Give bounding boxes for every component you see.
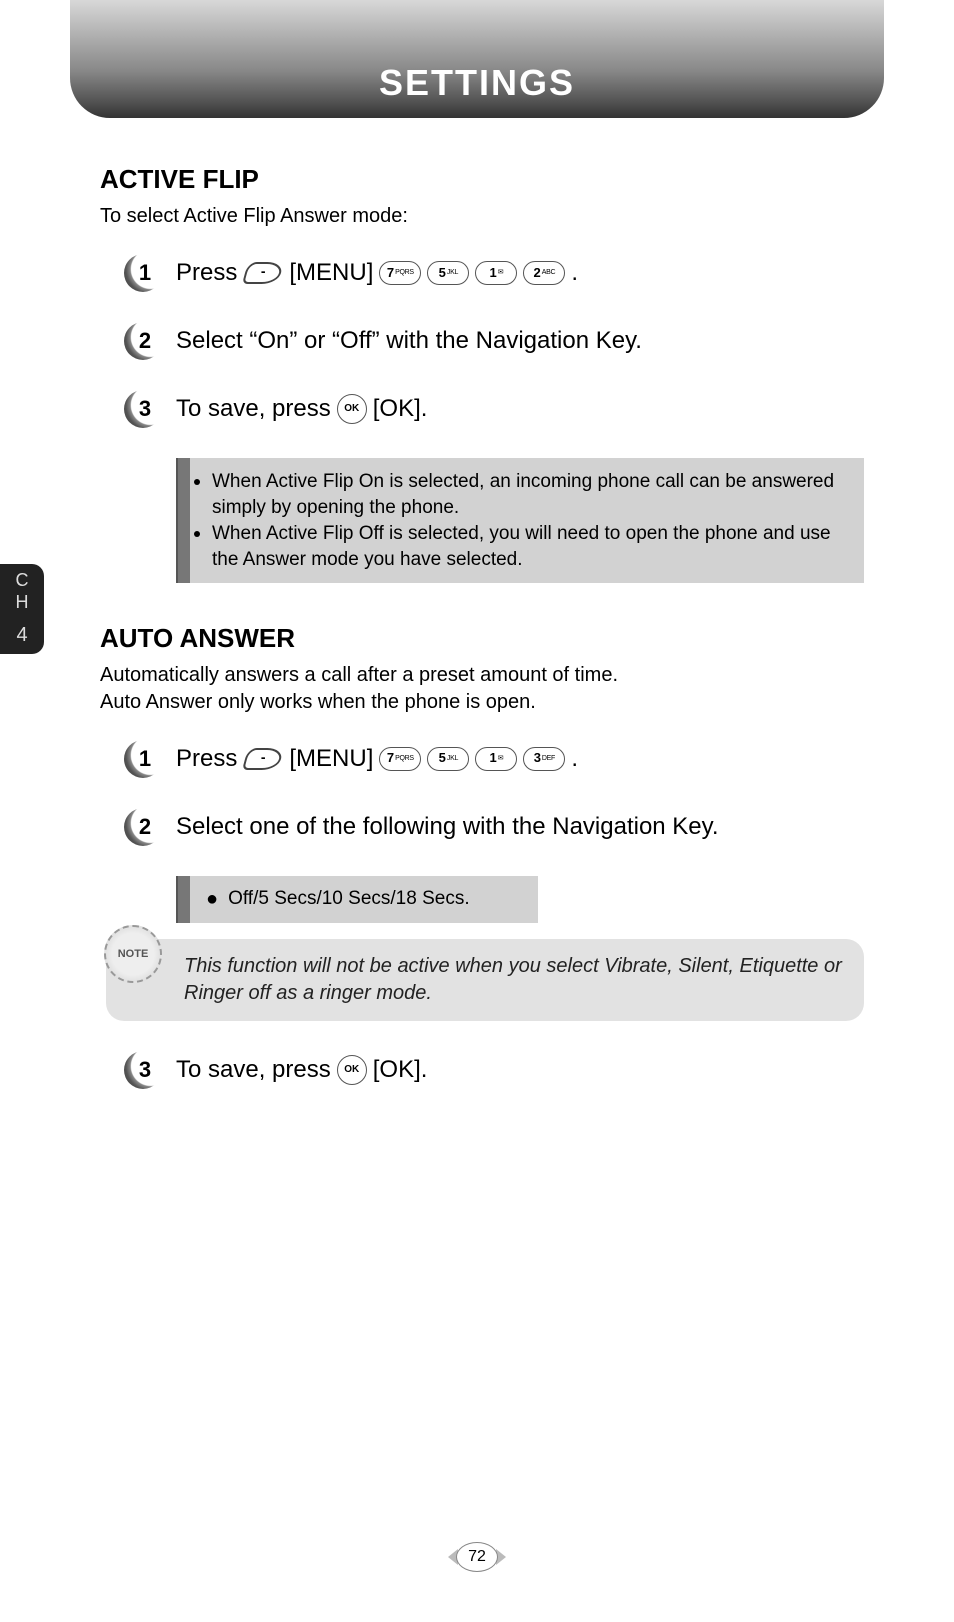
text-save: To save, press [176, 392, 331, 426]
step-text: To save, press OK [OK]. [176, 392, 427, 426]
step-text: Select “On” or “Off” with the Navigation… [176, 324, 642, 358]
info-box-active-flip: When Active Flip On is selected, an inco… [178, 458, 864, 583]
intro-active-flip: To select Active Flip Answer mode: [100, 203, 864, 230]
step-badge-3: 3 [124, 390, 162, 428]
section-title-auto-answer: AUTO ANSWER [100, 623, 864, 654]
softkey-icon [242, 748, 284, 770]
auto-answer-step-2: 2 Select one of the following with the N… [124, 808, 864, 846]
intro-auto-answer: Automatically answers a call after a pre… [100, 662, 864, 716]
text-ok: [OK]. [373, 392, 428, 426]
options-box-auto-answer: ● Off/5 Secs/10 Secs/18 Secs. [178, 876, 538, 923]
chapter-label: C H [0, 570, 44, 613]
page-number-value: 72 [456, 1542, 498, 1572]
step-badge-1: 1 [124, 740, 162, 778]
content-area: ACTIVE FLIP To select Active Flip Answer… [100, 150, 864, 1119]
options-text: Off/5 Secs/10 Secs/18 Secs. [228, 886, 470, 912]
chapter-number: 4 [0, 623, 44, 647]
chapter-tab: C H 4 [0, 564, 44, 654]
key-1: 1✉ [475, 261, 517, 285]
text-press: Press [176, 742, 237, 776]
info-item: When Active Flip On is selected, an inco… [212, 468, 848, 520]
info-item: When Active Flip Off is selected, you wi… [212, 520, 848, 572]
softkey-icon [242, 262, 284, 284]
ok-key-icon: OK [337, 1055, 367, 1085]
text-menu: [MENU] [289, 256, 373, 290]
auto-answer-step-3: 3 To save, press OK [OK]. [124, 1051, 864, 1089]
key-5: 5JKL [427, 747, 469, 771]
key-5: 5JKL [427, 261, 469, 285]
ok-key-icon: OK [337, 394, 367, 424]
info-bar [178, 458, 190, 583]
info-body: ● Off/5 Secs/10 Secs/18 Secs. [190, 876, 538, 923]
step-text: Press [MENU] 7PQRS 5JKL 1✉ 2ABC . [176, 256, 578, 290]
step-badge-2: 2 [124, 808, 162, 846]
text-menu: [MENU] [289, 742, 373, 776]
note-auto-answer: NOTE This function will not be active wh… [106, 939, 864, 1021]
key-7: 7PQRS [379, 747, 421, 771]
step-badge-3: 3 [124, 1051, 162, 1089]
note-icon: NOTE [104, 925, 162, 983]
text-period: . [571, 742, 578, 776]
text-period: . [571, 256, 578, 290]
key-1: 1✉ [475, 747, 517, 771]
active-flip-step-2: 2 Select “On” or “Off” with the Navigati… [124, 322, 864, 360]
step-badge-2: 2 [124, 322, 162, 360]
header-banner: SETTINGS [70, 0, 884, 118]
active-flip-step-3: 3 To save, press OK [OK]. [124, 390, 864, 428]
text-press: Press [176, 256, 237, 290]
section-title-active-flip: ACTIVE FLIP [100, 164, 864, 195]
step-text: To save, press OK [OK]. [176, 1053, 427, 1087]
text-ok: [OK]. [373, 1053, 428, 1087]
bullet-icon: ● [206, 886, 218, 913]
info-bar [178, 876, 190, 923]
auto-answer-step-1: 1 Press [MENU] 7PQRS 5JKL 1✉ 3DEF . [124, 740, 864, 778]
active-flip-step-1: 1 Press [MENU] 7PQRS 5JKL 1✉ 2ABC . [124, 254, 864, 292]
step-text: Press [MENU] 7PQRS 5JKL 1✉ 3DEF . [176, 742, 578, 776]
key-3: 3DEF [523, 747, 565, 771]
step-text: Select one of the following with the Nav… [176, 810, 719, 844]
key-2: 2ABC [523, 261, 565, 285]
info-body: When Active Flip On is selected, an inco… [190, 458, 864, 583]
text-save: To save, press [176, 1053, 331, 1087]
page-title: SETTINGS [379, 62, 575, 104]
page-number: 72 [448, 1542, 506, 1572]
step-badge-1: 1 [124, 254, 162, 292]
key-7: 7PQRS [379, 261, 421, 285]
note-badge: NOTE [104, 925, 162, 983]
note-text: This function will not be active when yo… [106, 939, 864, 1021]
